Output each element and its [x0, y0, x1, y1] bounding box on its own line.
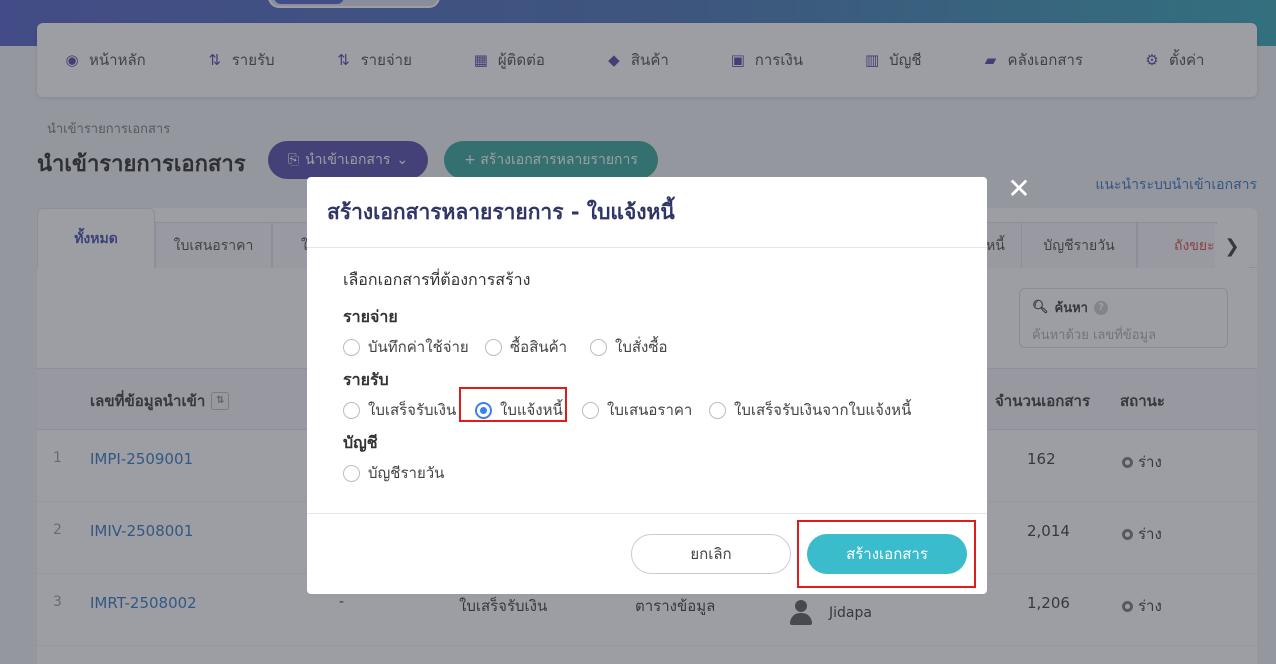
radio-receipt[interactable]: ใบเสร็จรับเงิน [343, 398, 456, 422]
create-button-highlight [797, 520, 976, 588]
close-icon[interactable]: ✕ [1006, 175, 1032, 203]
radio-circle [590, 338, 607, 356]
radio-expense-record[interactable]: บันทึกค่าใช้จ่าย [343, 335, 469, 359]
radio-label: บันทึกค่าใช้จ่าย [368, 338, 469, 356]
expense-group-title: รายจ่าย [343, 307, 398, 326]
radio-circle [343, 338, 360, 356]
cancel-button[interactable]: ยกเลิก [631, 534, 791, 574]
radio-purchase[interactable]: ซื้อสินค้า [485, 335, 567, 359]
account-group-title: บัญชี [343, 433, 378, 452]
dialog-body: เลือกเอกสารที่ต้องการสร้าง รายจ่าย บันทึ… [307, 248, 987, 514]
income-group-title: รายรับ [343, 370, 389, 389]
radio-label: ใบเสร็จรับเงินจากใบแจ้งหนี้ [734, 401, 912, 419]
select-document-caption: เลือกเอกสารที่ต้องการสร้าง [343, 270, 531, 289]
radio-circle [709, 401, 726, 419]
selected-option-highlight [459, 387, 567, 422]
radio-circle [343, 401, 360, 419]
radio-quotation[interactable]: ใบเสนอราคา [582, 398, 692, 422]
radio-circle [343, 464, 360, 482]
radio-label: ใบสั่งซื้อ [615, 338, 668, 356]
radio-journal[interactable]: บัญชีรายวัน [343, 461, 444, 485]
dialog-title: สร้างเอกสารหลายรายการ - ใบแจ้งหนี้ [327, 199, 675, 224]
radio-label: ใบเสร็จรับเงิน [368, 401, 457, 419]
radio-receipt-from-invoice[interactable]: ใบเสร็จรับเงินจากใบแจ้งหนี้ [709, 398, 911, 422]
radio-circle [582, 401, 599, 419]
radio-label: ใบเสนอราคา [607, 401, 693, 419]
radio-label: ซื้อสินค้า [510, 338, 568, 356]
radio-circle [485, 338, 502, 356]
create-multiple-documents-dialog: สร้างเอกสารหลายรายการ - ใบแจ้งหนี้ เลือก… [307, 177, 987, 594]
radio-label: บัญชีรายวัน [368, 464, 445, 482]
radio-purchase-order[interactable]: ใบสั่งซื้อ [590, 335, 668, 359]
dialog-header: สร้างเอกสารหลายรายการ - ใบแจ้งหนี้ [307, 177, 987, 248]
